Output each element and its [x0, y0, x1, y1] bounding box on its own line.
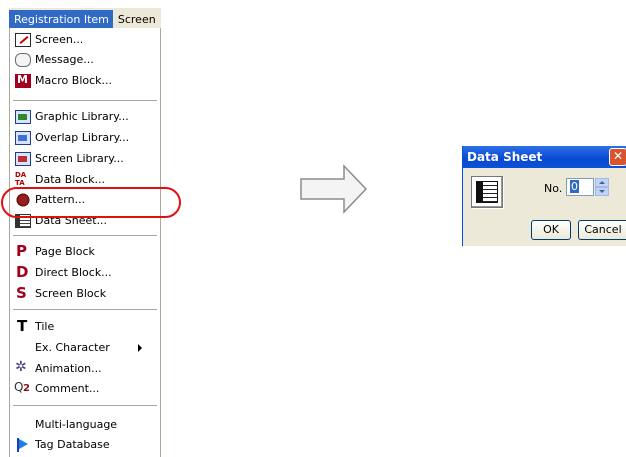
menu-item-label: Macro Block... — [35, 74, 113, 87]
menu-item-label: Tag Database — [35, 438, 110, 451]
menu-item-label: Screen... — [35, 33, 84, 46]
menu-item-tag-database[interactable]: Tag Database — [10, 435, 160, 454]
menubar-screen[interactable]: Screen — [113, 10, 160, 28]
menu-item-ex-character[interactable]: Ex. Character — [10, 338, 160, 357]
menu-separator — [13, 235, 157, 236]
menu-item-label: Screen Library... — [35, 152, 124, 165]
menu-item-label: Page Block — [35, 245, 95, 258]
menu-item-animation[interactable]: Animation... — [10, 359, 160, 378]
menu-item-label: Comment... — [35, 382, 100, 395]
menu-item-label: Data Block... — [35, 173, 106, 186]
registration-menu: Registration Item Screen Screen... Messag… — [9, 8, 161, 457]
menu-item-comment[interactable]: Comment... — [10, 379, 160, 398]
menu-item-screen-library[interactable]: Screen Library... — [10, 149, 160, 168]
data-sheet-dialog: Data Sheet ✕ No. 0 OK Cancel — [462, 146, 626, 246]
comment-icon — [14, 380, 31, 396]
message-icon — [15, 52, 31, 67]
menu-item-label: Graphic Library... — [35, 110, 129, 123]
macro-icon — [15, 73, 31, 88]
no-label: No. — [544, 182, 563, 195]
tile-icon — [15, 317, 31, 335]
menubar-registration-item[interactable]: Registration Item — [9, 10, 113, 28]
data-sheet-icon — [471, 176, 503, 208]
menu-item-label: Tile — [35, 320, 55, 333]
menu-item-macro-block[interactable]: Macro Block... — [10, 71, 160, 90]
cancel-button[interactable]: Cancel — [578, 220, 626, 240]
menu-separator — [13, 405, 157, 406]
close-button[interactable]: ✕ — [609, 148, 626, 166]
submenu-arrow-icon — [138, 343, 142, 352]
direct-block-icon — [15, 263, 31, 281]
menu-item-label: Ex. Character — [35, 341, 110, 354]
overlap-library-icon — [15, 130, 31, 145]
menu-item-label: Direct Block... — [35, 266, 112, 279]
data-block-icon — [15, 171, 31, 187]
screen-block-icon — [15, 284, 31, 302]
menu-item-label: Multi-language — [35, 418, 118, 431]
menu-item-screen[interactable]: Screen... — [10, 30, 160, 49]
graphic-library-icon — [15, 109, 31, 124]
menu-item-page-block[interactable]: Page Block — [10, 242, 160, 261]
menu-item-label: Screen Block — [35, 287, 107, 300]
menu-item-graphic-library[interactable]: Graphic Library... — [10, 107, 160, 126]
close-icon: ✕ — [612, 149, 624, 163]
highlight-ring — [1, 187, 181, 218]
menu-item-tile[interactable]: Tile — [10, 317, 160, 336]
dialog-title: Data Sheet — [467, 150, 543, 164]
no-input[interactable]: 0 — [566, 178, 594, 196]
menu-item-screen-block[interactable]: Screen Block — [10, 284, 160, 303]
page-block-icon — [15, 242, 31, 260]
menu-item-multi-language[interactable]: Multi-language — [10, 415, 160, 434]
menu-item-label: Animation... — [35, 362, 102, 375]
menu-separator — [13, 309, 157, 310]
menu-item-message[interactable]: Message... — [10, 50, 160, 69]
animation-icon — [15, 359, 31, 376]
ok-button[interactable]: OK — [531, 220, 571, 240]
spin-down-icon[interactable] — [595, 187, 609, 196]
menu-item-overlap-library[interactable]: Overlap Library... — [10, 128, 160, 147]
dialog-titlebar: Data Sheet ✕ — [463, 146, 626, 168]
screen-library-icon — [15, 151, 31, 166]
menu-item-direct-block[interactable]: Direct Block... — [10, 263, 160, 282]
registration-dropdown: Screen... Message... Macro Block... Grap… — [9, 28, 161, 457]
menu-item-label: Overlap Library... — [35, 131, 130, 144]
menu-separator — [13, 100, 157, 101]
tag-database-icon — [15, 437, 31, 452]
right-arrow-icon — [300, 164, 368, 214]
menu-item-label: Message... — [35, 53, 94, 66]
menubar: Registration Item Screen — [9, 8, 161, 28]
screen-icon — [15, 32, 31, 47]
no-spinner[interactable] — [595, 178, 609, 196]
spin-up-icon[interactable] — [595, 178, 609, 187]
